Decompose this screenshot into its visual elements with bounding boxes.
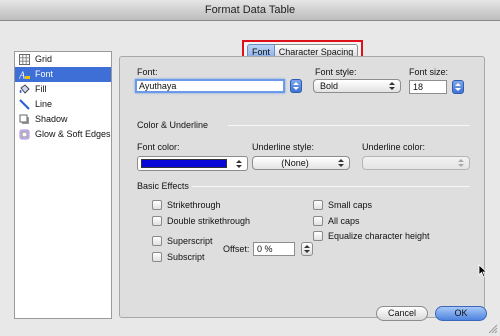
offset-input[interactable]: 0 %	[253, 242, 295, 256]
up-down-arrows-icon	[455, 83, 461, 91]
up-down-arrows-icon	[304, 245, 310, 253]
double-strikethrough-label: Double strikethrough	[167, 216, 251, 226]
superscript-label: Superscript	[167, 236, 213, 246]
font-settings-panel: Font: Ayuthaya Font style: Bold Font siz…	[119, 56, 485, 318]
sidebar-item-label: Line	[35, 99, 53, 109]
popup-arrows-icon	[233, 158, 245, 170]
sidebar-item-label: Fill	[35, 84, 47, 94]
small-caps-checkbox[interactable]	[313, 200, 323, 210]
double-strikethrough-checkbox[interactable]	[152, 216, 162, 226]
equalize-height-checkbox[interactable]	[313, 231, 323, 241]
offset-stepper[interactable]	[301, 242, 313, 256]
font-name-input[interactable]: Ayuthaya	[135, 79, 285, 93]
color-underline-heading: Color & Underline	[137, 120, 209, 130]
sidebar-item-label: Font	[35, 69, 54, 79]
mouse-cursor-icon	[478, 264, 488, 278]
section-divider	[228, 125, 470, 126]
sidebar-item-grid[interactable]: Grid	[15, 52, 111, 67]
font-list-stepper[interactable]	[290, 79, 302, 93]
sidebar-item-line[interactable]: Line	[15, 97, 111, 112]
font-color-label: Font color:	[137, 142, 180, 152]
popup-arrows-icon	[386, 80, 398, 92]
underline-color-picker[interactable]	[362, 156, 470, 170]
up-down-arrows-icon	[293, 82, 299, 90]
window-title: Format Data Table	[0, 0, 500, 21]
font-size-label: Font size:	[409, 67, 449, 77]
sidebar-item-label: Grid	[35, 54, 53, 64]
ok-button[interactable]: OK	[435, 306, 487, 321]
grid-icon	[19, 54, 30, 65]
popup-arrows-icon	[335, 157, 347, 169]
strikethrough-checkbox[interactable]	[152, 200, 162, 210]
line-icon	[19, 99, 30, 110]
font-style-value: Bold	[320, 81, 339, 91]
font-size-stepper[interactable]	[452, 80, 464, 94]
popup-arrows-icon	[455, 157, 467, 169]
dialog-body: Grid A Font Fill Line Shadow Glow & Soft…	[0, 21, 500, 336]
cancel-button[interactable]: Cancel	[376, 306, 428, 321]
subscript-checkbox[interactable]	[152, 252, 162, 262]
category-list: Grid A Font Fill Line Shadow Glow & Soft…	[14, 51, 112, 319]
font-style-select[interactable]: Bold	[313, 79, 401, 93]
font-style-label: Font style:	[315, 67, 357, 77]
underline-style-select[interactable]: (None)	[252, 156, 350, 170]
underline-style-value: (None)	[281, 158, 309, 168]
small-caps-label: Small caps	[328, 200, 373, 210]
sidebar-item-shadow[interactable]: Shadow	[15, 112, 111, 127]
offset-label: Offset:	[223, 244, 250, 254]
sidebar-item-label: Shadow	[35, 114, 68, 124]
paint-bucket-icon	[19, 84, 30, 95]
font-color-picker[interactable]	[137, 156, 248, 171]
sidebar-item-glow[interactable]: Glow & Soft Edges	[15, 127, 111, 142]
shadow-icon	[19, 114, 30, 125]
font-size-input[interactable]: 18	[409, 80, 447, 94]
all-caps-checkbox[interactable]	[313, 216, 323, 226]
basic-effects-heading: Basic Effects	[137, 181, 189, 191]
sidebar-item-label: Glow & Soft Edges	[35, 129, 111, 139]
resize-grip-icon[interactable]	[487, 323, 498, 334]
font-icon: A	[19, 69, 30, 80]
underline-style-label: Underline style:	[252, 142, 315, 152]
all-caps-label: All caps	[328, 216, 360, 226]
svg-text:A: A	[19, 71, 26, 81]
sidebar-item-font[interactable]: A Font	[15, 67, 111, 82]
underline-color-label: Underline color:	[362, 142, 426, 152]
font-label: Font:	[137, 67, 158, 77]
strikethrough-label: Strikethrough	[167, 200, 221, 210]
glow-icon	[19, 129, 30, 140]
font-color-swatch	[141, 159, 227, 168]
subscript-label: Subscript	[167, 252, 205, 262]
sidebar-item-fill[interactable]: Fill	[15, 82, 111, 97]
superscript-checkbox[interactable]	[152, 236, 162, 246]
equalize-height-label: Equalize character height	[328, 231, 430, 241]
section-divider	[192, 186, 470, 187]
